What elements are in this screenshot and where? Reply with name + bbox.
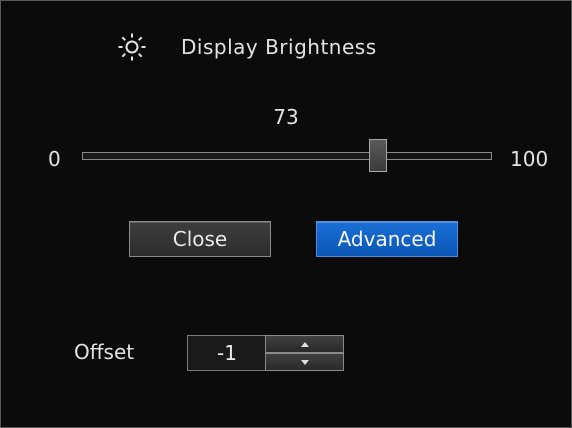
offset-decrement-button[interactable] — [265, 353, 344, 371]
slider-max-label: 100 — [510, 147, 549, 171]
slider-min-label: 0 — [48, 147, 61, 171]
brightness-slider-fill — [83, 153, 381, 159]
brightness-value-readout: 73 — [273, 105, 299, 129]
offset-label: Offset — [74, 340, 135, 364]
triangle-up-icon — [300, 341, 309, 347]
brightness-slider-track[interactable] — [82, 152, 492, 160]
triangle-down-icon — [300, 359, 309, 365]
close-button[interactable]: Close — [129, 221, 271, 257]
brightness-slider-thumb[interactable] — [369, 139, 387, 172]
offset-stepper — [265, 335, 344, 371]
dialog-title: Display Brightness — [181, 35, 377, 59]
dialog-header: Display Brightness — [117, 31, 377, 63]
display-brightness-dialog: Display Brightness 73 0 100 Close Advanc… — [0, 0, 572, 428]
advanced-button[interactable]: Advanced — [316, 221, 458, 257]
sun-icon — [117, 32, 147, 62]
offset-increment-button[interactable] — [265, 335, 344, 353]
offset-value-field[interactable]: -1 — [187, 335, 267, 371]
